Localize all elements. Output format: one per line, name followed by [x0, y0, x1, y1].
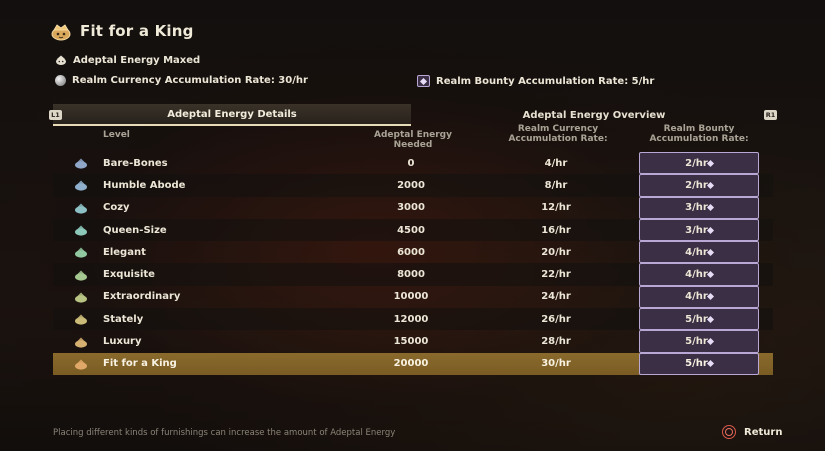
table-row[interactable]: Cozy 3000 12/hr 3/hr — [53, 196, 773, 219]
level-tier-icon — [73, 241, 89, 263]
level-name: Elegant — [103, 246, 146, 258]
circle-button-icon — [722, 425, 736, 439]
energy-status: Adeptal Energy Maxed — [55, 54, 200, 66]
table-row[interactable]: Luxury 15000 28/hr 5/hr — [53, 330, 773, 353]
bounty-rate: 4/hr — [639, 285, 759, 309]
accumulation-rates: Realm Currency Accumulation Rate: 30/hr … — [55, 75, 775, 89]
level-tier-icon — [73, 286, 89, 308]
level-table: Bare-Bones 0 4/hr 2/hr Humble Abode 2000 8/hr 2… — [53, 152, 773, 375]
energy-needed: 3000 — [397, 202, 425, 214]
realm-bounty-rate: Realm Bounty Accumulation Rate: 5/hr — [417, 75, 654, 87]
tab-adeptal-energy-details[interactable]: Adeptal Energy Details — [53, 104, 411, 126]
level-tier-icon — [73, 174, 89, 196]
table-row[interactable]: Fit for a King 20000 30/hr 5/hr — [53, 352, 773, 375]
level-name: Humble Abode — [103, 179, 186, 191]
level-name: Exquisite — [103, 269, 155, 281]
bounty-rate: 3/hr — [639, 218, 759, 242]
bounty-rate: 3/hr — [639, 196, 759, 219]
level-name: Stately — [103, 313, 144, 325]
table-row[interactable]: Exquisite 8000 22/hr 4/hr — [53, 263, 773, 286]
bounty-rate: 4/hr — [639, 263, 759, 286]
level-tier-icon — [73, 353, 89, 375]
energy-needed: 4500 — [397, 224, 425, 236]
column-header-level: Level — [103, 130, 130, 140]
table-row[interactable]: Queen-Size 4500 16/hr 3/hr — [53, 218, 773, 242]
currency-rate: 28/hr — [541, 336, 571, 348]
l1-key-hint[interactable]: L1 — [49, 110, 62, 120]
level-name: Fit for a King — [103, 358, 177, 370]
table-row[interactable]: Bare-Bones 0 4/hr 2/hr — [53, 152, 773, 175]
energy-needed: 20000 — [393, 358, 429, 370]
footer-hint: Placing different kinds of furnishings c… — [53, 428, 396, 438]
energy-needed: 6000 — [397, 246, 425, 258]
level-tier-icon — [73, 152, 89, 174]
currency-rate: 16/hr — [541, 224, 571, 236]
realm-currency-rate: Realm Currency Accumulation Rate: 30/hr — [55, 75, 308, 86]
table-row[interactable]: Extraordinary 10000 24/hr 4/hr — [53, 285, 773, 309]
tab-adeptal-energy-details-label: Adeptal Energy Details — [167, 108, 297, 120]
level-tier-icon — [73, 263, 89, 285]
column-header-energy: Adeptal Energy Needed — [374, 130, 452, 150]
currency-rate: 24/hr — [541, 291, 571, 303]
currency-rate: 22/hr — [541, 269, 571, 281]
currency-rate: 26/hr — [541, 313, 571, 325]
currency-rate: 30/hr — [541, 358, 571, 370]
realm-bounty-icon — [417, 75, 430, 87]
table-row[interactable]: Elegant 6000 20/hr 4/hr — [53, 241, 773, 264]
currency-rate: 12/hr — [541, 202, 571, 214]
r1-key-hint[interactable]: R1 — [764, 110, 777, 120]
bounty-rate: 4/hr — [639, 241, 759, 264]
bounty-rate: 2/hr — [639, 152, 759, 175]
return-button[interactable]: Return — [722, 425, 782, 439]
bounty-rate: 5/hr — [639, 330, 759, 353]
level-tier-icon — [73, 197, 89, 219]
currency-rate: 4/hr — [544, 157, 568, 169]
level-name: Extraordinary — [103, 291, 181, 303]
tab-bar: Adeptal Energy Details Adeptal Energy Ov… — [49, 104, 777, 126]
energy-needed: 8000 — [397, 269, 425, 281]
level-name: Cozy — [103, 202, 130, 214]
table-row[interactable]: Stately 12000 26/hr 5/hr — [53, 308, 773, 331]
bounty-rate: 5/hr — [639, 352, 759, 375]
return-label: Return — [744, 426, 783, 438]
level-tier-icon — [73, 330, 89, 352]
energy-status-label: Adeptal Energy Maxed — [73, 54, 201, 66]
bounty-rate: 5/hr — [639, 308, 759, 331]
energy-needed: 0 — [407, 157, 415, 169]
currency-rate: 20/hr — [541, 246, 571, 258]
energy-needed: 10000 — [393, 291, 429, 303]
level-name: Queen-Size — [103, 224, 167, 236]
column-header-currency: Realm Currency Accumulation Rate: — [508, 124, 608, 144]
teapot-icon — [56, 55, 66, 65]
realm-currency-icon — [55, 75, 66, 86]
energy-needed: 12000 — [393, 313, 429, 325]
realm-currency-rate-label: Realm Currency Accumulation Rate: 30/hr — [72, 75, 308, 86]
level-tier-icon — [73, 308, 89, 330]
bounty-rate: 2/hr — [639, 174, 759, 197]
teapot-crown-icon — [51, 24, 71, 41]
page-title: Fit for a King — [80, 22, 194, 40]
energy-needed: 15000 — [393, 336, 429, 348]
table-row[interactable]: Humble Abode 2000 8/hr 2/hr — [53, 174, 773, 197]
energy-needed: 2000 — [397, 179, 425, 191]
tab-adeptal-energy-overview[interactable]: Adeptal Energy Overview — [415, 104, 773, 126]
header: Fit for a King — [50, 20, 194, 42]
tab-adeptal-energy-overview-label: Adeptal Energy Overview — [522, 109, 666, 121]
currency-rate: 8/hr — [544, 179, 568, 191]
realm-bounty-rate-label: Realm Bounty Accumulation Rate: 5/hr — [436, 75, 655, 87]
level-name: Bare-Bones — [103, 157, 168, 169]
column-header-bounty: Realm Bounty Accumulation Rate: — [649, 124, 749, 144]
level-tier-icon — [73, 219, 89, 241]
level-name: Luxury — [103, 336, 142, 348]
